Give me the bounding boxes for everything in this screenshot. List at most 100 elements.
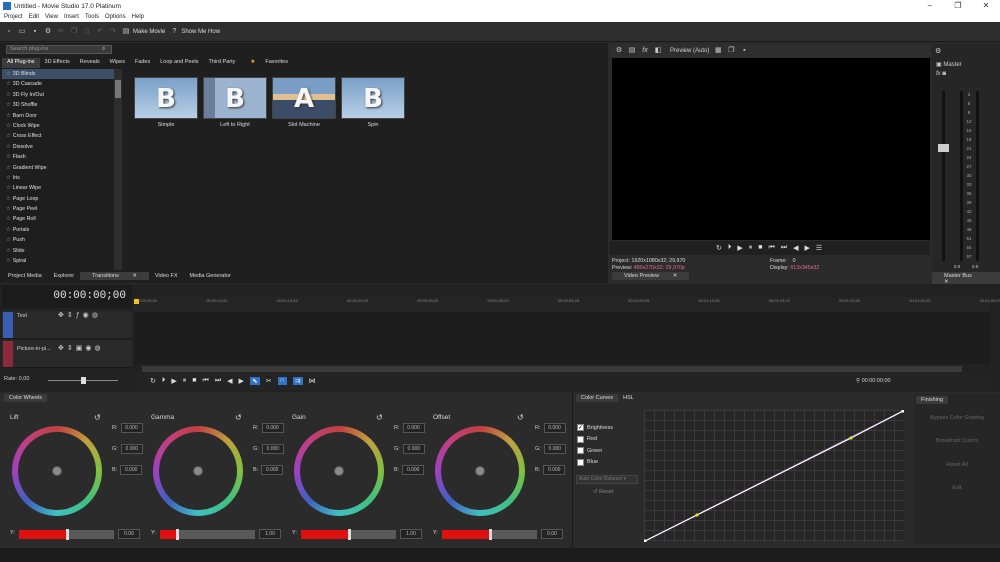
favorite-star-icon[interactable]: ☆	[6, 258, 11, 264]
b-value-field[interactable]: 0.000	[261, 464, 284, 475]
wheel-center-handle[interactable]	[52, 466, 62, 476]
tab-finishing[interactable]: Finishing	[916, 396, 949, 404]
plugin-list-item[interactable]: ☆ 3D Cascade	[2, 79, 122, 89]
menu-options[interactable]: Options	[105, 14, 126, 20]
prev-frame-icon[interactable]: ◀	[227, 377, 232, 385]
y-slider[interactable]	[19, 529, 114, 540]
g-value-field[interactable]: 0.000	[120, 443, 143, 454]
wheel-center-handle[interactable]	[334, 466, 344, 476]
go-to-end-icon[interactable]: ⏭	[215, 377, 221, 385]
wheel-reset-icon[interactable]: ↺	[235, 413, 242, 422]
tab-favorites[interactable]: ★ Favorites	[240, 58, 298, 68]
edit-tool-icon[interactable]: ⬉	[249, 377, 260, 385]
timeline-ruler[interactable]: 00:00:00;00 00:00:10;00 00:00:19;29 00:00:2…	[134, 297, 1000, 311]
plugin-list-item[interactable]: ☆ Page Loop	[2, 194, 122, 204]
timeline-timecode[interactable]: 00:00:00;00	[53, 290, 126, 302]
menu-view[interactable]: View	[45, 14, 58, 20]
favorite-star-icon[interactable]: ☆	[6, 133, 11, 139]
tab-video-preview[interactable]: Video Preview ✕	[612, 272, 690, 280]
tab-fades[interactable]: Fades	[130, 58, 155, 68]
play-icon[interactable]: ▶	[737, 244, 742, 252]
track-name[interactable]: Picture-in-pi...	[17, 346, 51, 352]
cut-icon[interactable]: ✂	[57, 28, 65, 36]
new-file-icon[interactable]: ▫	[5, 28, 13, 36]
crossfade-icon[interactable]: ⋈	[309, 377, 316, 385]
track-area[interactable]	[134, 312, 990, 364]
tab-3d-effects[interactable]: 3D Effects	[40, 58, 75, 68]
tab-reveals[interactable]: Reveals	[75, 58, 105, 68]
wheel-center-handle[interactable]	[475, 466, 485, 476]
r-value-field[interactable]: 0.000	[120, 422, 143, 433]
go-to-start-icon[interactable]: ⏮	[769, 244, 775, 252]
plugin-list-item[interactable]: ☆ Clock Wipe	[2, 121, 122, 131]
y-slider-handle[interactable]	[347, 529, 351, 540]
color-wheel[interactable]	[435, 426, 525, 516]
tab-all-plugins[interactable]: All Plug-ins	[2, 58, 40, 68]
copy-icon[interactable]: ❐	[70, 28, 78, 36]
preset-label[interactable]: Slot Machine	[272, 122, 336, 128]
overlays-icon[interactable]: ▦	[714, 47, 722, 55]
r-value-field[interactable]: 0.000	[261, 422, 284, 433]
tab-wipes[interactable]: Wipes	[105, 58, 130, 68]
track-header-text[interactable]: Text ✥⇕ƒ◉◍	[2, 311, 132, 339]
r-value-field[interactable]: 0.000	[402, 422, 425, 433]
favorite-star-icon[interactable]: ☆	[6, 248, 11, 254]
y-slider[interactable]	[160, 529, 255, 540]
save-snapshot-icon[interactable]: ▪	[740, 47, 748, 55]
menu-project[interactable]: Project	[4, 14, 23, 20]
b-value-field[interactable]: 0.000	[120, 464, 143, 475]
tab-transitions[interactable]: Transitions ✕	[80, 272, 149, 280]
project-properties-icon[interactable]: ▤	[628, 47, 636, 55]
favorite-star-icon[interactable]: ☆	[6, 196, 11, 202]
menu-icon[interactable]: ☰	[816, 244, 822, 252]
b-value-field[interactable]: 0.000	[402, 464, 425, 475]
plugin-list-item[interactable]: ☆ 3D Shuffle	[2, 100, 122, 110]
search-icon[interactable]: ⌕	[102, 46, 105, 53]
preset-thumbnail[interactable]: B	[134, 77, 198, 119]
tab-third-party[interactable]: Third Party	[203, 58, 240, 68]
minimize-button[interactable]: –	[916, 0, 944, 12]
make-movie-button[interactable]: Make Movie	[133, 29, 165, 35]
plugin-list-item[interactable]: ☆ 3D Blinds	[2, 69, 122, 80]
go-to-start-icon[interactable]: ⏮	[203, 377, 209, 385]
color-wheel[interactable]	[12, 426, 102, 516]
plugin-list-item[interactable]: ☆ 3D Fly In/Out	[2, 90, 122, 100]
master-fader-handle[interactable]	[938, 144, 949, 152]
master-settings-icon[interactable]: ⚙	[935, 47, 941, 55]
channel-checkbox-blue[interactable]: Blue	[577, 458, 598, 466]
play-from-start-icon[interactable]: ⏵	[162, 377, 166, 385]
favorite-star-icon[interactable]: ☆	[6, 227, 11, 233]
menu-edit[interactable]: Edit	[29, 14, 39, 20]
favorite-star-icon[interactable]: ☆	[6, 175, 11, 181]
y-value-field[interactable]: 0.00	[541, 529, 563, 539]
favorite-star-icon[interactable]: ☆	[6, 102, 11, 108]
close-tab-icon[interactable]: ✕	[667, 272, 684, 280]
timeline-hscroll[interactable]	[142, 366, 962, 372]
track-controls-icons[interactable]: ✥⇕▣◉◍	[58, 344, 104, 352]
maximize-button[interactable]: ❐	[944, 0, 972, 12]
tab-hsl[interactable]: HSL	[618, 394, 639, 402]
wheel-reset-icon[interactable]: ↺	[376, 413, 383, 422]
settings-gear-icon[interactable]: ⚙	[44, 28, 52, 36]
plugin-list-item[interactable]: ☆ Iris	[2, 173, 122, 183]
menu-insert[interactable]: Insert	[64, 14, 79, 20]
tab-color-wheels[interactable]: Color Wheels	[4, 394, 48, 402]
plugin-list-item[interactable]: ☆ Slide	[2, 246, 122, 256]
reset-all-button[interactable]: Reset All	[914, 462, 1000, 468]
show-me-how-icon[interactable]: ?	[170, 28, 178, 36]
channel-checkbox-brightness[interactable]: ✓ Brightness	[577, 424, 613, 431]
favorite-star-icon[interactable]: ☆	[6, 71, 11, 77]
preset-thumbnail[interactable]: B	[203, 77, 267, 119]
prev-frame-icon[interactable]: ◀	[793, 244, 798, 252]
fx-icon[interactable]: fx	[641, 47, 649, 55]
bypass-color-grading-button[interactable]: Bypass Color Grading	[914, 415, 1000, 421]
auto-ripple-icon[interactable]: ⇉	[292, 377, 303, 385]
color-wheel[interactable]	[153, 426, 243, 516]
g-value-field[interactable]: 0.000	[543, 443, 566, 454]
y-slider[interactable]	[442, 529, 537, 540]
preset-thumbnail[interactable]: B	[341, 77, 405, 119]
favorite-star-icon[interactable]: ☆	[6, 237, 11, 243]
close-button[interactable]: ✕	[972, 0, 1000, 12]
b-value-field[interactable]: 0.000	[543, 464, 566, 475]
next-frame-icon[interactable]: ▶	[805, 244, 810, 252]
